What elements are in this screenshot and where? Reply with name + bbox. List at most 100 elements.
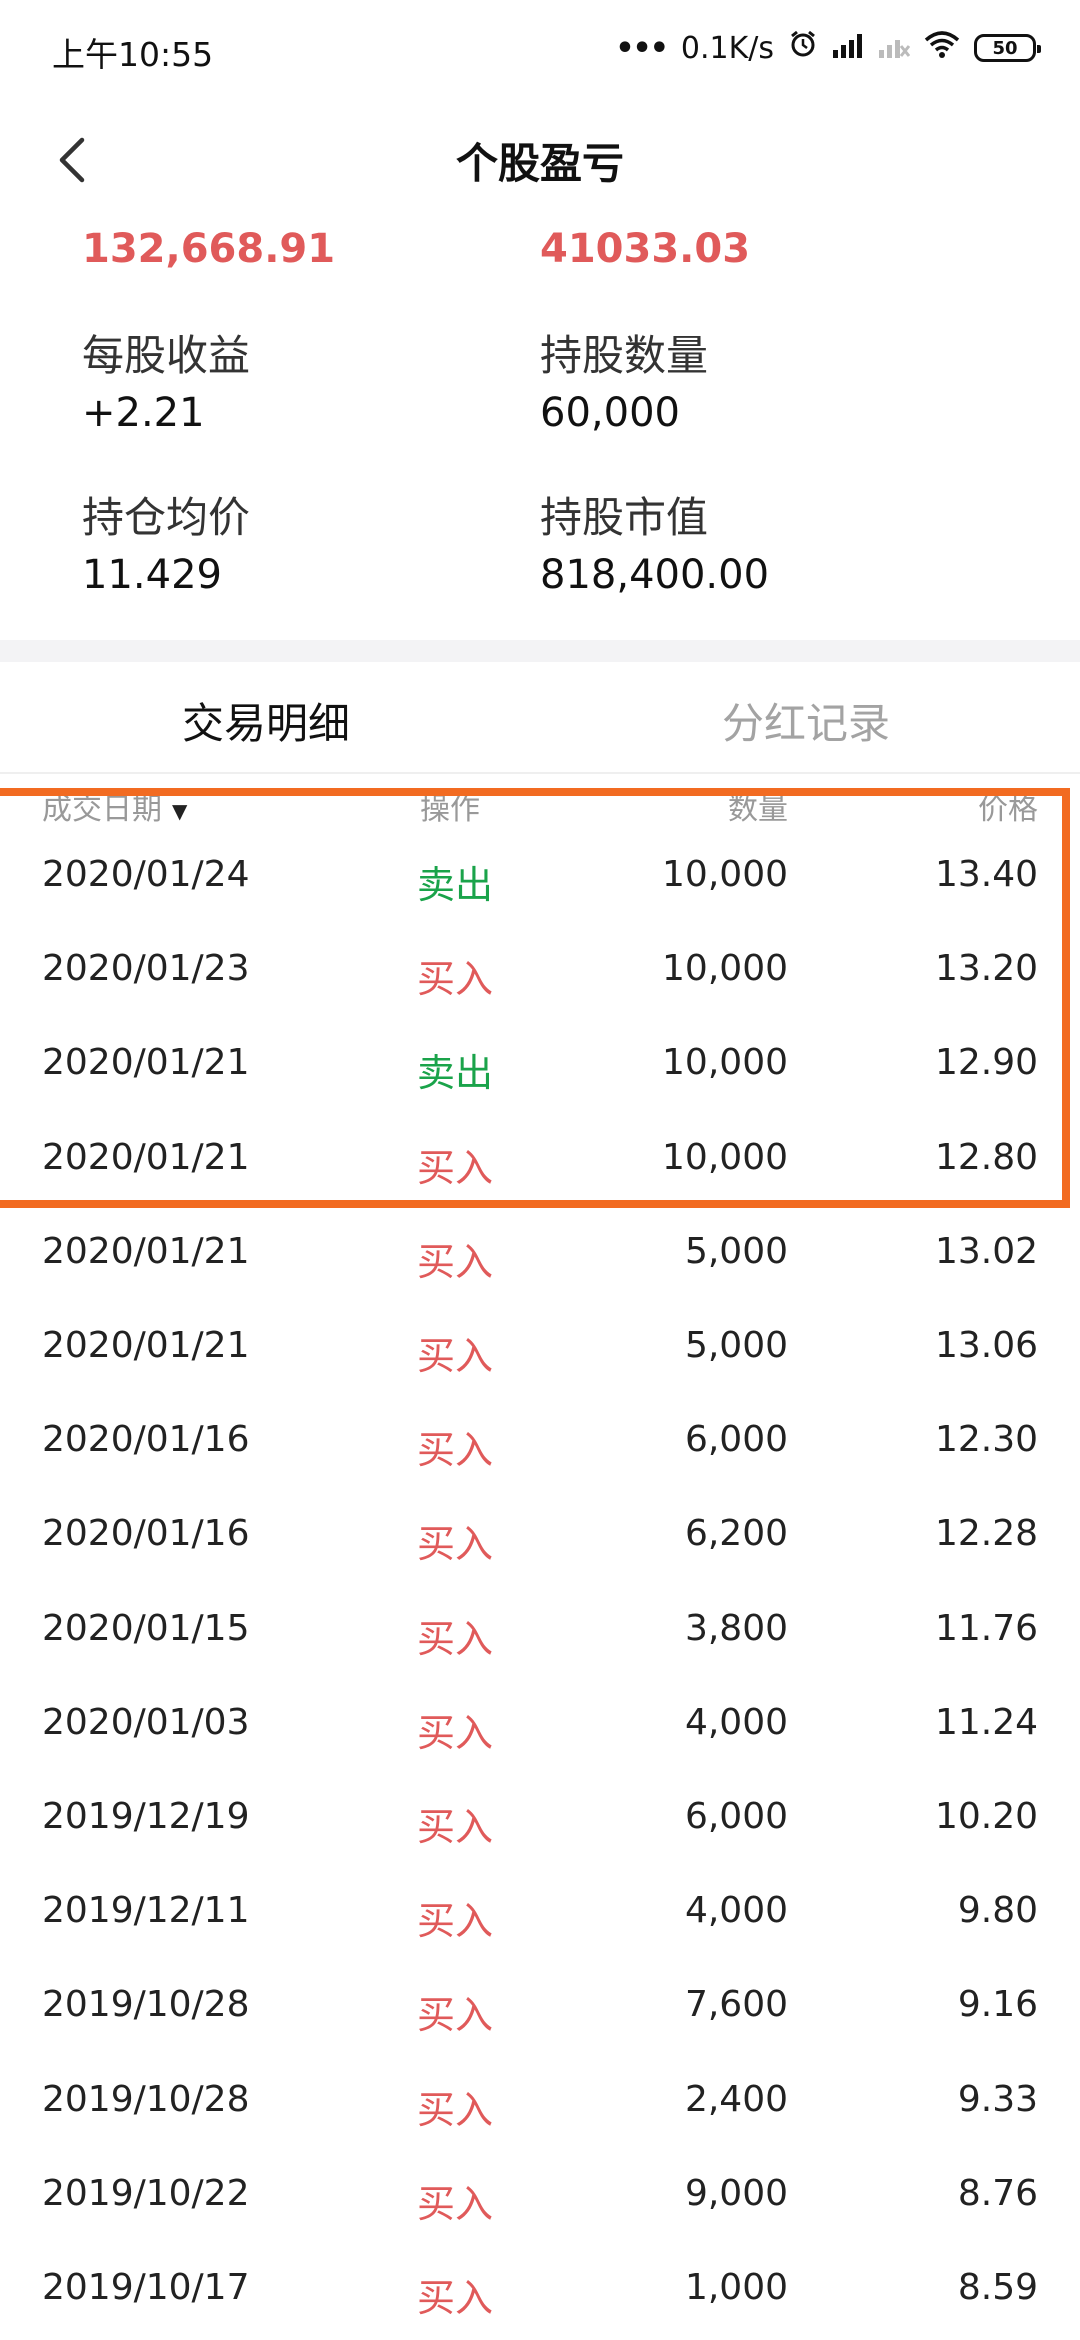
trade-date: 2020/01/03 <box>42 1701 250 1743</box>
status-icons: ••• 0.1K/s 50 <box>615 26 1041 70</box>
trade-quantity: 5,000 <box>684 1325 788 1366</box>
status-bar: 上午10:55 ••• 0.1K/s 50 <box>0 0 1080 100</box>
trade-quantity: 6,000 <box>684 1796 788 1837</box>
section-divider <box>0 640 1080 662</box>
trade-price: 8.59 <box>957 2267 1038 2308</box>
trade-price: 12.80 <box>934 1136 1038 1178</box>
trade-operation: 买入 <box>416 1239 493 1284</box>
trade-date: 2019/10/28 <box>42 1984 250 2026</box>
shares-label: 持股数量 <box>540 331 709 380</box>
trade-quantity: 7,600 <box>684 1984 788 2026</box>
trade-price: 11.76 <box>934 1607 1038 1649</box>
table-row[interactable]: 2020/01/16 买入 6,200 12.28 <box>0 1489 1080 1583</box>
header-price: 价格 <box>978 792 1038 826</box>
signal-off-icon <box>878 31 911 66</box>
tab-dividend-records[interactable]: 分红记录 <box>722 690 890 751</box>
table-row[interactable]: 2019/10/17 买入 1,000 8.59 <box>0 2243 1080 2337</box>
trade-quantity: 10,000 <box>662 1042 788 1084</box>
trade-quantity: 3,800 <box>684 1607 788 1649</box>
battery-level: 50 <box>992 37 1018 59</box>
trade-price: 12.30 <box>934 1419 1038 1461</box>
trade-price: 10.20 <box>934 1796 1038 1837</box>
avg-cost-value: 11.429 <box>82 552 222 598</box>
trade-operation: 买入 <box>416 1145 493 1190</box>
eps-label: 每股收益 <box>82 331 251 380</box>
trade-operation: 买入 <box>416 1805 493 1849</box>
tab-bar: 交易明细 分红记录 <box>0 662 1080 774</box>
alarm-icon <box>788 29 818 67</box>
trade-date: 2020/01/15 <box>42 1607 250 1649</box>
trade-operation: 买入 <box>416 2276 493 2320</box>
dots-icon: ••• <box>615 30 669 66</box>
table-row[interactable]: 2020/01/21 卖出 10,000 12.90 <box>0 1018 1080 1112</box>
trade-quantity: 2,400 <box>684 2078 788 2120</box>
trade-quantity: 10,000 <box>662 948 788 990</box>
table-row[interactable]: 2019/12/11 买入 4,000 9.80 <box>0 1866 1080 1960</box>
trade-price: 13.02 <box>934 1230 1038 1272</box>
total-profit-value: 132,668.91 <box>82 226 336 272</box>
page-title: 个股盈亏 <box>455 139 624 188</box>
trade-date: 2019/12/19 <box>42 1796 250 1837</box>
trade-price: 8.76 <box>957 2172 1038 2214</box>
profit-value: 41033.03 <box>540 226 751 272</box>
trade-quantity: 1,000 <box>684 2267 788 2308</box>
trade-operation: 买入 <box>416 957 493 1002</box>
eps-value: +2.21 <box>82 390 205 436</box>
table-row[interactable]: 2020/01/21 买入 10,000 12.80 <box>0 1113 1080 1207</box>
trade-price: 9.33 <box>957 2078 1038 2120</box>
header-date[interactable]: 成交日期 ▼ <box>42 784 187 826</box>
table-row[interactable]: 2020/01/23 买入 10,000 13.20 <box>0 924 1080 1018</box>
battery-icon: 50 <box>974 34 1041 62</box>
table-row[interactable]: 2020/01/24 卖出 10,000 13.40 <box>0 830 1080 924</box>
trade-operation: 买入 <box>416 1334 493 1378</box>
header: 个股盈亏 <box>0 110 1080 210</box>
table-row[interactable]: 2020/01/03 买入 4,000 11.24 <box>0 1678 1080 1772</box>
network-speed: 0.1K/s <box>680 30 774 66</box>
trade-quantity: 4,000 <box>684 1890 788 1932</box>
trade-operation: 买入 <box>416 1710 493 1755</box>
sort-down-icon: ▼ <box>172 798 188 823</box>
trade-quantity: 9,000 <box>684 2172 788 2214</box>
trade-date: 2019/10/22 <box>42 2172 250 2214</box>
trade-date: 2020/01/21 <box>42 1042 250 1084</box>
trade-operation: 买入 <box>416 1428 493 1473</box>
signal-icon <box>832 31 864 66</box>
table-header: 成交日期 ▼ 操作 数量 价格 <box>0 776 1080 826</box>
trade-price: 11.24 <box>934 1701 1038 1743</box>
trade-quantity: 6,000 <box>684 1419 788 1461</box>
table-row[interactable]: 2020/01/21 买入 5,000 13.06 <box>0 1301 1080 1395</box>
trade-date: 2019/10/17 <box>42 2267 250 2308</box>
status-time: 上午10:55 <box>52 35 214 74</box>
trade-date: 2020/01/16 <box>42 1513 250 1555</box>
trade-operation: 买入 <box>416 2181 493 2226</box>
header-date-label: 成交日期 <box>42 792 162 826</box>
trade-operation: 买入 <box>416 1993 493 2038</box>
trade-quantity: 5,000 <box>684 1230 788 1272</box>
table-row[interactable]: 2019/12/19 买入 6,000 10.20 <box>0 1772 1080 1866</box>
trade-date: 2020/01/21 <box>42 1136 250 1178</box>
trade-operation: 买入 <box>416 1522 493 1567</box>
trade-price: 12.28 <box>934 1513 1038 1555</box>
table-row[interactable]: 2020/01/15 买入 3,800 11.76 <box>0 1584 1080 1678</box>
trade-price: 13.40 <box>934 854 1038 895</box>
trade-price: 9.16 <box>957 1984 1038 2026</box>
trade-quantity: 6,200 <box>684 1513 788 1555</box>
table-row[interactable]: 2019/10/28 买入 7,600 9.16 <box>0 1960 1080 2054</box>
trade-operation: 卖出 <box>416 1051 493 1096</box>
tab-trade-details[interactable]: 交易明细 <box>182 690 350 751</box>
table-row[interactable]: 2020/01/21 买入 5,000 13.02 <box>0 1207 1080 1301</box>
header-operation: 操作 <box>420 792 480 826</box>
trade-date: 2020/01/21 <box>42 1230 250 1272</box>
table-row[interactable]: 2019/10/22 买入 9,000 8.76 <box>0 2149 1080 2243</box>
avg-cost-label: 持仓均价 <box>82 493 251 542</box>
shares-value: 60,000 <box>540 390 680 436</box>
trade-operation: 卖出 <box>416 863 493 907</box>
trade-date: 2019/10/28 <box>42 2078 250 2120</box>
trade-date: 2020/01/16 <box>42 1419 250 1461</box>
trade-quantity: 10,000 <box>662 854 788 895</box>
table-row[interactable]: 2019/10/28 买入 2,400 9.33 <box>0 2055 1080 2149</box>
trade-price: 12.90 <box>934 1042 1038 1084</box>
table-row[interactable]: 2020/01/16 买入 6,000 12.30 <box>0 1395 1080 1489</box>
market-value-label: 持股市值 <box>540 493 709 542</box>
trade-date: 2020/01/21 <box>42 1325 250 1366</box>
